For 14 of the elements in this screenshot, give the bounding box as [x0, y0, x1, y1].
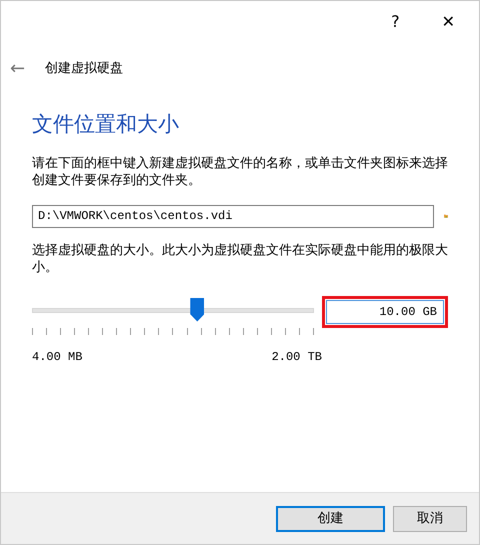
slider-thumb[interactable] [190, 298, 204, 322]
instruction-text: 请在下面的框中键入新建虚拟硬盘文件的名称，或单击文件夹图标来选择创建文件要保存到的文件夹。 [32, 154, 448, 188]
close-button[interactable]: ✕ [438, 14, 459, 30]
min-size-label: 4.00 MB [32, 348, 82, 366]
cancel-button[interactable]: 取消 [393, 506, 467, 532]
size-field[interactable]: 10.00 GB [326, 300, 444, 324]
instruction-text: 选择虚拟硬盘的大小。此大小为虚拟硬盘文件在实际硬盘中能用的极限大小。 [32, 242, 448, 276]
create-button[interactable]: 创建 [276, 506, 385, 532]
file-path-field[interactable]: D:\VMWORK\centos\centos.vdi [32, 204, 434, 228]
help-button[interactable]: ? [387, 14, 404, 30]
back-button[interactable]: ← [10, 60, 26, 78]
page-heading: 文件位置和大小 [32, 111, 180, 138]
max-size-label: 2.00 TB [272, 348, 322, 366]
wizard-title: 创建虚拟硬盘 [45, 60, 124, 78]
